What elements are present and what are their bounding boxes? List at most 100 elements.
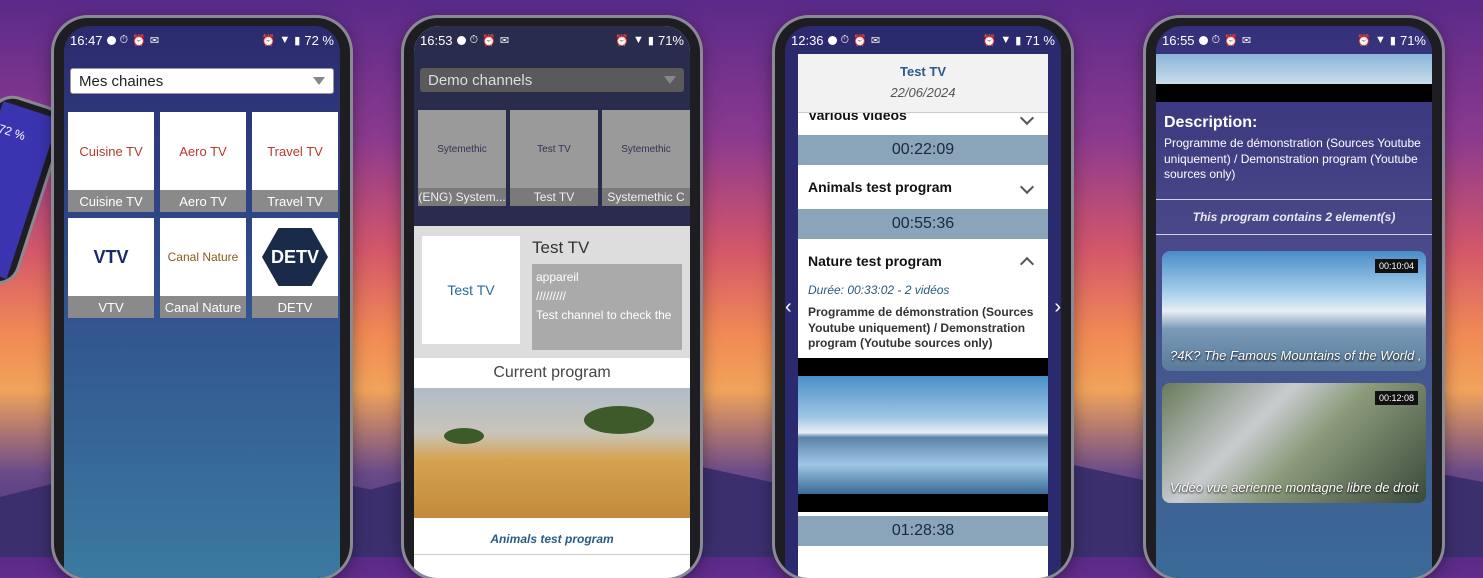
program-thumbnail[interactable] bbox=[798, 375, 1048, 494]
channel-logo: Sytemethic bbox=[602, 110, 690, 188]
desc-line: appareil bbox=[536, 270, 579, 284]
program-title: Animals test program bbox=[808, 179, 952, 195]
program-time: 01:28:38 bbox=[798, 515, 1048, 546]
description-text: Programme de démonstration (Sources Yout… bbox=[1164, 136, 1421, 182]
schedule-date: 22/06/2024 bbox=[890, 85, 956, 100]
channel-logo: Sytemethic bbox=[418, 110, 506, 188]
status-bar: 12:36 ⏱ ⏰ ✉ ⏰ ▼ ▮ 71 % bbox=[785, 26, 1061, 54]
video-title: Vidéo vue aerienne montagne libre de dro… bbox=[1170, 479, 1419, 495]
program-description: Programme de démonstration (Sources Yout… bbox=[808, 305, 1034, 351]
dropdown-arrow-icon bbox=[664, 76, 676, 84]
channel-name: (ENG) System... bbox=[418, 190, 506, 204]
phone-channel-detail: 16:53 ⏱ ⏰ ✉ ⏰ ▼ ▮ 71% Demo channels Sytemethic… bbox=[404, 18, 700, 578]
channel-name: Test TV bbox=[900, 64, 946, 79]
channel-tile[interactable]: DETV DETV bbox=[252, 218, 338, 318]
program-meta: Durée: 00:33:02 - 2 vidéos bbox=[808, 283, 950, 297]
battery-level: 71% bbox=[657, 32, 684, 48]
alarm-icon: ⏰ bbox=[982, 34, 997, 47]
battery-level: 72 % bbox=[304, 32, 334, 48]
description-title: Description: bbox=[1164, 114, 1258, 131]
status-time: 16:55 bbox=[1162, 32, 1195, 48]
channel-logo: Canal Nature bbox=[160, 218, 246, 296]
channel-grid: Cuisine TV Cuisine TV Aero TV Aero TV Trav… bbox=[68, 112, 338, 318]
channel-name: Test TV bbox=[533, 190, 575, 204]
phone-program-list: 12:36 ⏱ ⏰ ✉ ⏰ ▼ ▮ 71 % ‹ › Test TV 22/06/2024 … bbox=[775, 18, 1071, 578]
channel-tile[interactable]: Sytemethic (ENG) System... bbox=[418, 110, 506, 206]
signal-icon: ▮ bbox=[1389, 34, 1396, 47]
battery-level: 71% bbox=[1399, 32, 1426, 48]
channel-name: DETV bbox=[277, 299, 313, 315]
phone-program-detail: 16:55 ⏱ ⏰ ✉ ⏰ ▼ ▮ 71% Description: Programme d… bbox=[1146, 18, 1442, 578]
channel-name: Travel TV bbox=[267, 193, 323, 209]
program-thumbnail[interactable] bbox=[414, 388, 690, 518]
program-item[interactable]: Nature test program bbox=[798, 239, 1048, 283]
channel-list-select[interactable]: Demo channels bbox=[420, 68, 684, 92]
program-item[interactable]: Animals test program bbox=[798, 165, 1048, 209]
timer-icon: ⏱ bbox=[840, 33, 850, 46]
channel-name: Aero TV bbox=[179, 193, 227, 209]
status-bar: 16:53 ⏱ ⏰ ✉ ⏰ ▼ ▮ 71% bbox=[414, 26, 690, 54]
timer-icon: ⏱ bbox=[469, 33, 479, 46]
chat-icon bbox=[106, 35, 116, 45]
channel-logo: DETV bbox=[252, 218, 338, 296]
schedule-header: Test TV 22/06/2024 bbox=[798, 54, 1048, 113]
mail-icon: ✉ bbox=[870, 34, 881, 47]
program-name[interactable]: Animals test program bbox=[414, 518, 690, 555]
current-program-heading: Current program bbox=[493, 364, 611, 381]
select-value: Demo channels bbox=[428, 71, 533, 89]
channel-name: VTV bbox=[98, 299, 124, 315]
element-count: This program contains 2 element(s) bbox=[1156, 200, 1432, 235]
channel-list-select[interactable]: Mes chaines bbox=[70, 68, 334, 94]
channel-tile[interactable]: Canal Nature Canal Nature bbox=[160, 218, 246, 318]
channel-tile[interactable]: Aero TV Aero TV bbox=[160, 112, 246, 212]
program-item[interactable]: Various videos bbox=[798, 113, 1048, 135]
detv-logo: DETV bbox=[262, 228, 328, 286]
alarm-icon: ⏰ bbox=[1357, 34, 1372, 47]
video-duration: 00:12:08 bbox=[1374, 390, 1418, 405]
program-time: 00:22:09 bbox=[798, 135, 1048, 165]
wifi-icon: ▼ bbox=[279, 34, 291, 46]
alarm-icon: ⏰ bbox=[261, 34, 276, 47]
alarm-icon: ⏰ bbox=[1224, 34, 1238, 47]
channel-logo: Aero TV bbox=[160, 112, 246, 190]
signal-icon: ▮ bbox=[294, 34, 301, 47]
channel-name: Cuisine TV bbox=[79, 193, 143, 209]
channel-tile[interactable]: Cuisine TV Cuisine TV bbox=[68, 112, 154, 212]
channel-logo: VTV bbox=[68, 218, 154, 296]
next-arrow-icon[interactable]: › bbox=[1054, 296, 1061, 319]
chevron-down-icon bbox=[1019, 113, 1035, 126]
chat-icon bbox=[1198, 35, 1208, 45]
chat-icon bbox=[827, 35, 837, 45]
battery-level: 71 % bbox=[1025, 32, 1055, 48]
status-time: 12:36 bbox=[791, 32, 824, 48]
alarm-icon: ⏰ bbox=[132, 34, 146, 47]
timer-icon: ⏱ bbox=[119, 33, 129, 46]
mail-icon: ✉ bbox=[149, 34, 160, 47]
channel-logo: Test TV bbox=[510, 110, 598, 188]
wifi-icon: ▼ bbox=[633, 34, 644, 46]
video-card[interactable]: 00:12:08 Vidéo vue aerienne montagne lib… bbox=[1162, 382, 1426, 503]
channel-title: Test TV bbox=[532, 238, 590, 257]
channel-tile[interactable]: Test TV Test TV bbox=[510, 110, 598, 206]
channel-logo: Test TV bbox=[422, 236, 520, 344]
video-card[interactable]: 00:10:04 ?4K? The Famous Mountains of th… bbox=[1162, 250, 1426, 371]
chevron-up-icon bbox=[1019, 256, 1035, 272]
mail-icon: ✉ bbox=[499, 34, 510, 47]
select-value: Mes chaines bbox=[79, 72, 164, 90]
video-title: ?4K? The Famous Mountains of the World , bbox=[1170, 347, 1422, 363]
dropdown-arrow-icon bbox=[313, 77, 325, 85]
status-time: 16:47 bbox=[70, 32, 103, 48]
channel-tile[interactable]: Sytemethic Systemethic C bbox=[602, 110, 690, 206]
prev-arrow-icon[interactable]: ‹ bbox=[785, 296, 792, 319]
alarm-icon: ⏰ bbox=[853, 34, 867, 47]
channel-tile[interactable]: VTV VTV bbox=[68, 218, 154, 318]
channel-tile[interactable]: Travel TV Travel TV bbox=[252, 112, 338, 212]
program-details: Durée: 00:33:02 - 2 vidéos Programme de … bbox=[798, 283, 1048, 358]
program-banner bbox=[1156, 54, 1432, 84]
chevron-down-icon bbox=[1019, 179, 1035, 195]
channel-logo: Travel TV bbox=[252, 112, 338, 190]
channel-detail-panel: Test TV Test TV appareil ///////// Test … bbox=[414, 226, 690, 358]
phone-channels-grid: 16:47 ⏱ ⏰ ✉ ⏰ ▼ ▮ 72 % Mes chaines Cuisine TV C… bbox=[54, 18, 350, 578]
chat-icon bbox=[456, 35, 466, 45]
status-bar: 16:55 ⏱ ⏰ ✉ ⏰ ▼ ▮ 71% bbox=[1156, 26, 1432, 54]
